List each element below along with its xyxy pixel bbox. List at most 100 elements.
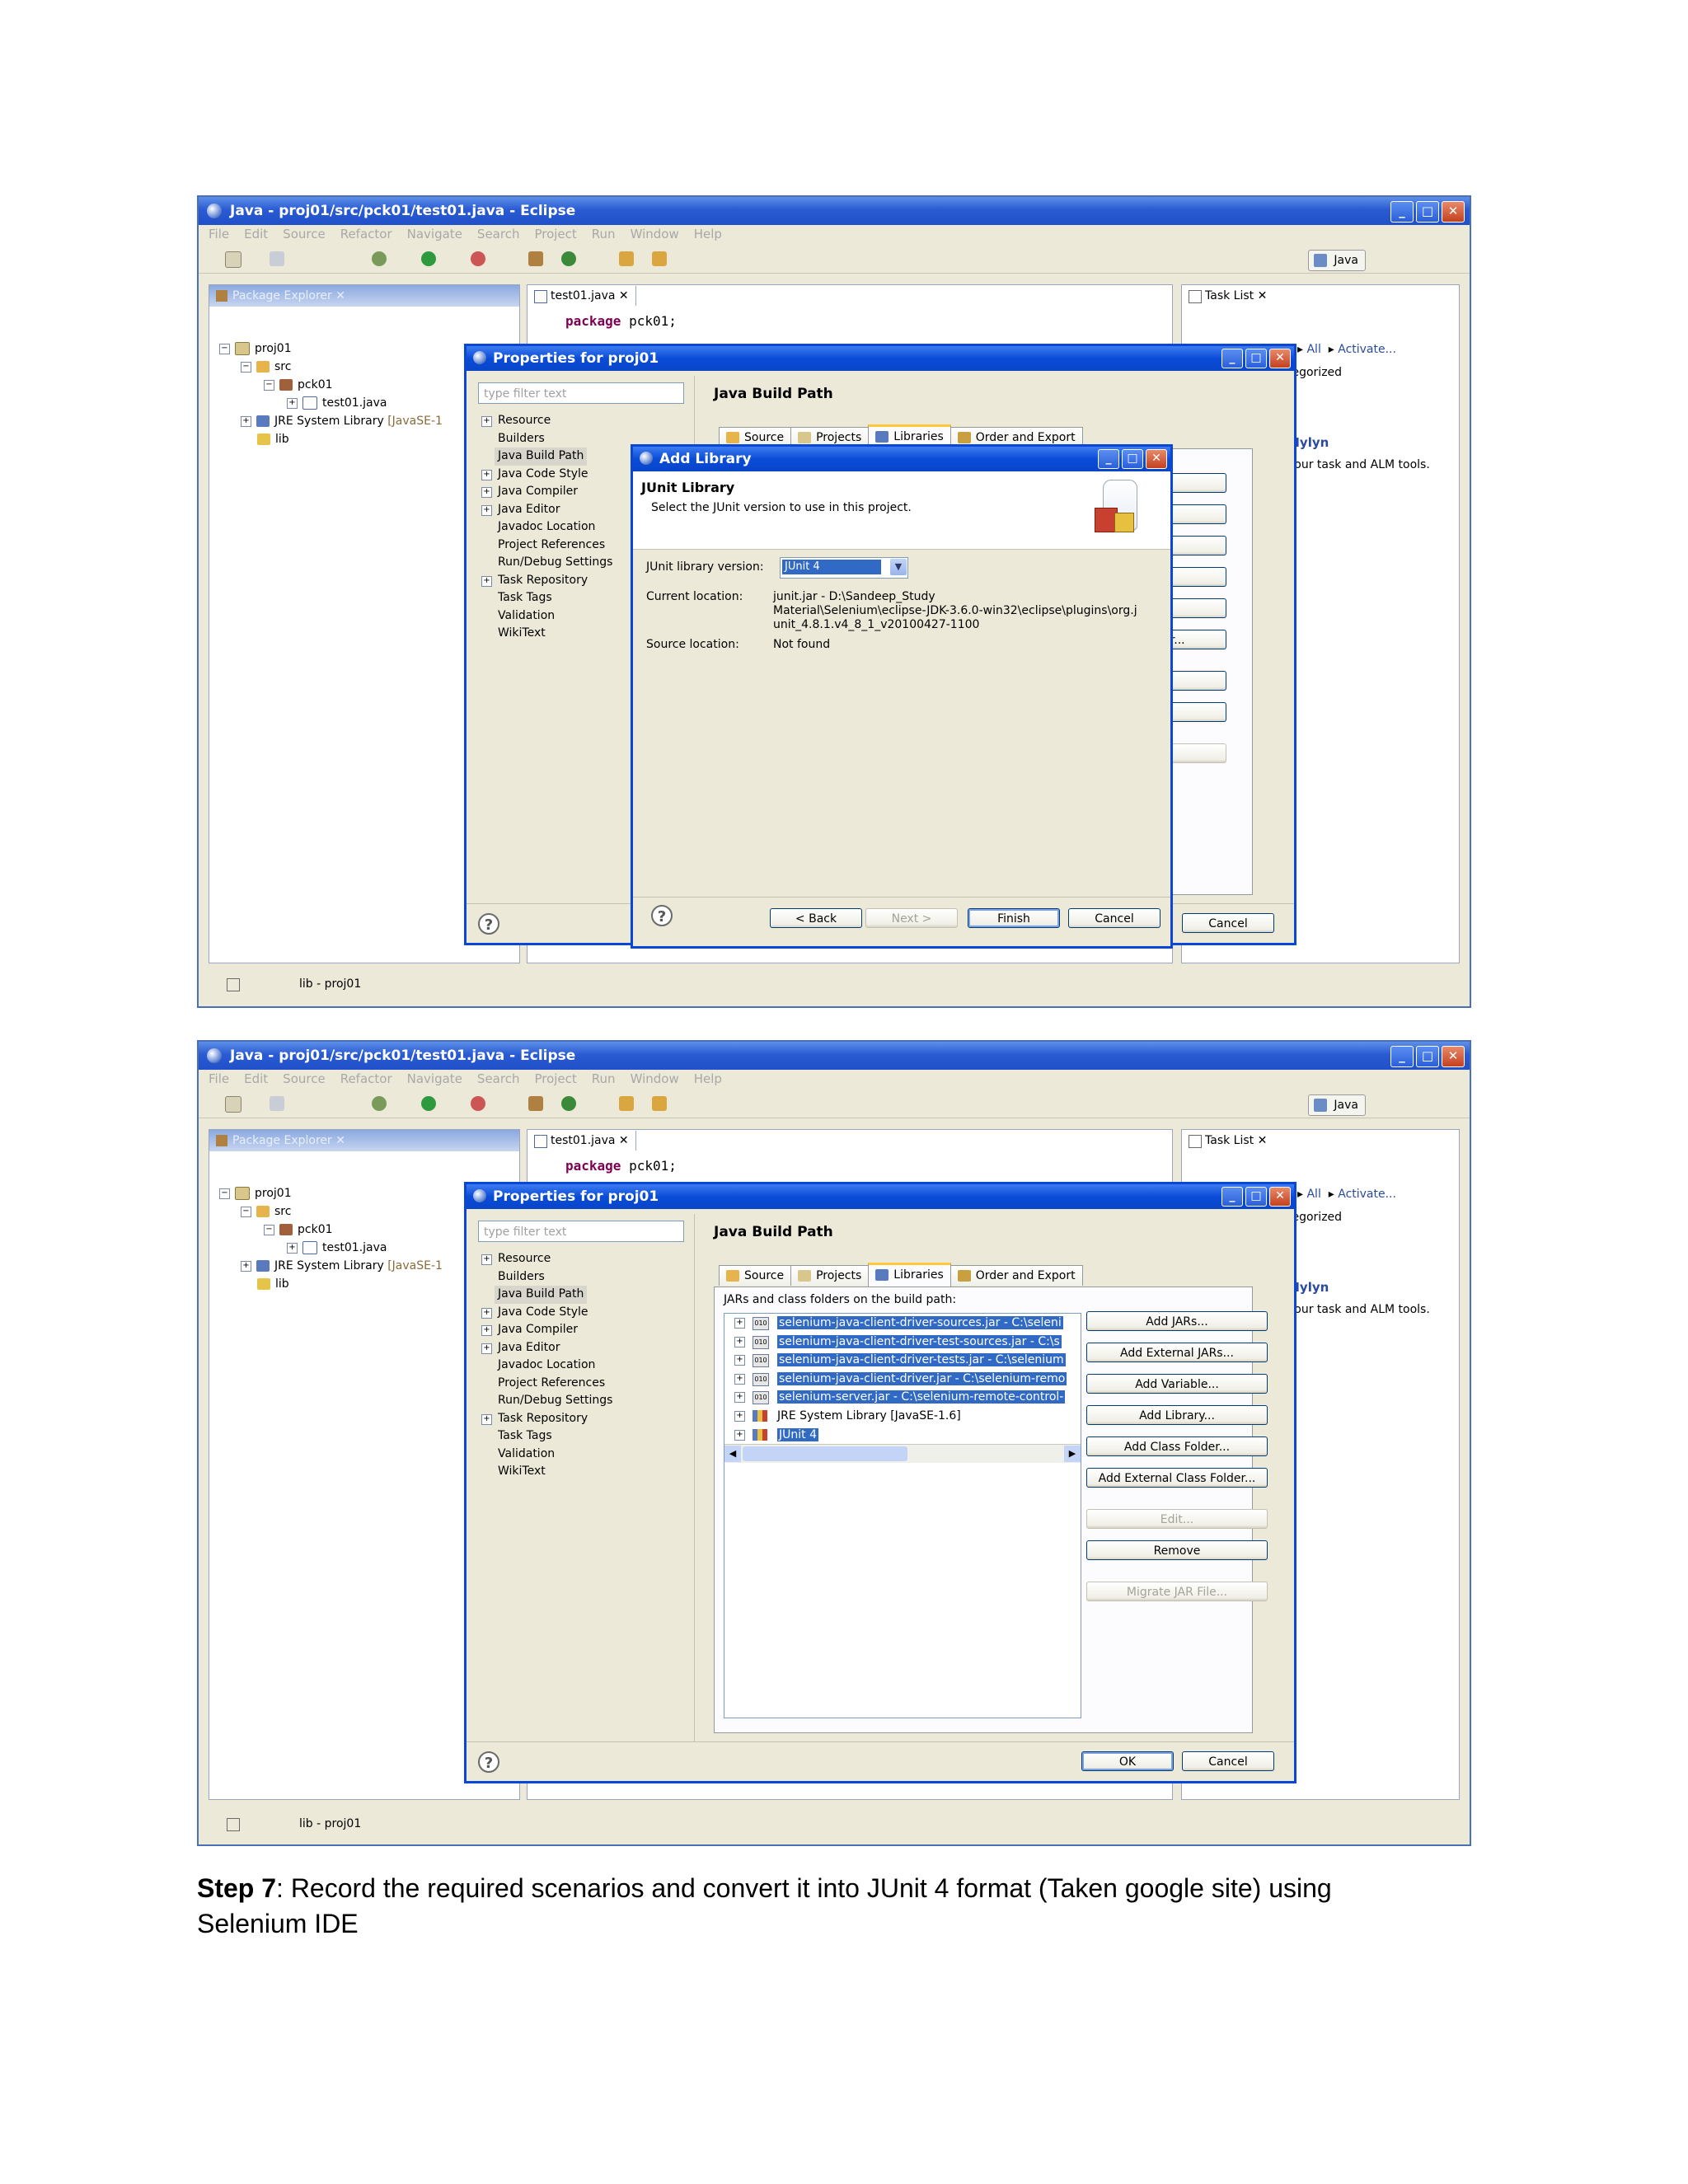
tree-item-proj01[interactable]: − proj01 (219, 340, 443, 358)
open-type-icon[interactable] (619, 1096, 634, 1111)
nav-java-code-style[interactable]: + Java Code Style (478, 466, 612, 484)
scroll-right-icon[interactable]: ▶ (1064, 1446, 1081, 1463)
save-icon[interactable] (270, 251, 284, 266)
debug-icon[interactable] (372, 251, 387, 266)
fast-view-icon[interactable] (227, 978, 240, 991)
perspective-switcher[interactable]: Java (1308, 1094, 1366, 1116)
library-item[interactable]: + JUnit 4 (724, 1426, 1081, 1445)
horizontal-scrollbar[interactable]: ◀ ▶ (724, 1444, 1081, 1464)
nav-java-code-style[interactable]: + Java Code Style (478, 1304, 612, 1322)
menu-source[interactable]: Source (283, 227, 326, 241)
tree-item-jre[interactable]: + JRE System Library [JavaSE-1 (219, 412, 443, 430)
edit-button[interactable]: Edit... (1086, 1509, 1268, 1529)
task-activate-link[interactable]: Activate... (1338, 343, 1396, 356)
open-type-icon[interactable] (619, 251, 634, 266)
nav-validation[interactable]: Validation (478, 607, 612, 626)
maximize-button[interactable]: □ (1416, 1046, 1439, 1067)
nav-run-debug-settings[interactable]: Run/Debug Settings (478, 1392, 612, 1410)
chevron-down-icon[interactable]: ▼ (890, 559, 907, 575)
cancel-button[interactable]: Cancel (1068, 908, 1160, 928)
external-tools-icon[interactable] (471, 1096, 485, 1111)
library-item[interactable]: +010 selenium-java-client-driver-test-sou… (724, 1333, 1081, 1352)
add-variable-button[interactable]: Add Variable... (1086, 1374, 1268, 1394)
window-title-bar[interactable]: Java - proj01/src/pck01/test01.java - Ec… (199, 197, 1470, 225)
close-button[interactable]: ✕ (1146, 449, 1167, 469)
properties-title-bar[interactable]: Properties for proj01 _ □ ✕ (467, 1184, 1294, 1209)
library-item[interactable]: +010 selenium-java-client-driver.jar - C:… (724, 1370, 1081, 1389)
nav-validation[interactable]: Validation (478, 1446, 612, 1464)
close-button[interactable]: ✕ (1442, 1046, 1465, 1067)
nav-task-tags[interactable]: Task Tags (478, 589, 612, 607)
minimize-button[interactable]: _ (1390, 1046, 1414, 1067)
maximize-button[interactable]: □ (1245, 1187, 1267, 1207)
nav-run-debug-settings[interactable]: Run/Debug Settings (478, 554, 612, 572)
libraries-list[interactable]: +010 selenium-java-client-driver-sources.… (724, 1313, 1081, 1718)
search-icon[interactable] (652, 1096, 667, 1111)
help-icon[interactable]: ? (478, 913, 499, 935)
tree-item-lib[interactable]: lib (219, 1275, 443, 1293)
menu-project[interactable]: Project (534, 227, 576, 241)
add-class-folder-button[interactable]: Add Class Folder... (1086, 1436, 1268, 1456)
nav-java-build-path[interactable]: Java Build Path (478, 448, 612, 466)
nav-java-editor[interactable]: + Java Editor (478, 1339, 612, 1357)
tree-item-pck01[interactable]: − pck01 (219, 376, 443, 394)
task-list-tab[interactable]: Task List ✕ (1182, 1131, 1273, 1151)
menu-source[interactable]: Source (283, 1071, 326, 1086)
nav-wikitext[interactable]: WikiText (478, 625, 612, 643)
menu-window[interactable]: Window (631, 1071, 679, 1086)
close-button[interactable]: ✕ (1269, 1187, 1291, 1207)
menu-file[interactable]: File (209, 1071, 229, 1086)
ok-button[interactable]: OK (1081, 1751, 1174, 1771)
nav-resource[interactable]: + Resource (478, 412, 612, 430)
menu-window[interactable]: Window (631, 227, 679, 241)
nav-task-repository[interactable]: + Task Repository (478, 1410, 612, 1428)
menu-navigate[interactable]: Navigate (407, 1071, 462, 1086)
close-button[interactable]: ✕ (1442, 201, 1465, 223)
search-icon[interactable] (652, 251, 667, 266)
nav-resource[interactable]: + Resource (478, 1250, 612, 1268)
properties-title-bar[interactable]: Properties for proj01 _ □ ✕ (467, 346, 1294, 371)
version-select[interactable]: JUnit 4 ▼ (780, 557, 908, 579)
run-icon[interactable] (421, 1096, 436, 1111)
code-line[interactable]: package pck01; (565, 1158, 677, 1174)
nav-java-compiler[interactable]: + Java Compiler (478, 1321, 612, 1339)
nav-java-build-path[interactable]: Java Build Path (478, 1286, 612, 1304)
minimize-button[interactable]: _ (1221, 349, 1243, 368)
menu-edit[interactable]: Edit (244, 1071, 268, 1086)
add-library-title-bar[interactable]: Add Library _ □ ✕ (633, 447, 1170, 471)
add-external-class-folder-button[interactable]: Add External Class Folder... (1086, 1468, 1268, 1488)
back-button[interactable]: < Back (770, 908, 862, 928)
remove-button[interactable]: Remove (1086, 1540, 1268, 1560)
menu-run[interactable]: Run (592, 227, 616, 241)
tree-item-lib[interactable]: lib (219, 430, 443, 448)
tree-item-pck01[interactable]: − pck01 (219, 1221, 443, 1239)
nav-javadoc-location[interactable]: Javadoc Location (478, 518, 612, 537)
filter-input[interactable]: type filter text (478, 1221, 684, 1242)
nav-project-references[interactable]: Project References (478, 537, 612, 555)
tab-order-export[interactable]: Order and Export (950, 1265, 1083, 1286)
nav-builders[interactable]: Builders (478, 1268, 612, 1286)
task-filter-all[interactable]: All (1306, 1188, 1320, 1201)
new-java-project-icon[interactable] (528, 251, 543, 266)
menu-run[interactable]: Run (592, 1071, 616, 1086)
new-icon[interactable] (225, 251, 241, 268)
minimize-button[interactable]: _ (1098, 449, 1119, 469)
editor-tab[interactable]: test01.java ✕ (528, 286, 636, 306)
perspective-switcher[interactable]: Java (1308, 250, 1366, 271)
library-item[interactable]: +010 selenium-server.jar - C:\selenium-re… (724, 1388, 1081, 1407)
scroll-left-icon[interactable]: ◀ (724, 1446, 741, 1463)
nav-java-editor[interactable]: + Java Editor (478, 501, 612, 519)
debug-icon[interactable] (372, 1096, 387, 1111)
code-line[interactable]: package pck01; (565, 313, 677, 329)
task-filter-all[interactable]: All (1306, 343, 1320, 356)
scroll-thumb[interactable] (743, 1446, 907, 1462)
nav-task-repository[interactable]: + Task Repository (478, 572, 612, 590)
tree-item-jre[interactable]: + JRE System Library [JavaSE-1 (219, 1257, 443, 1275)
fast-view-icon[interactable] (227, 1818, 240, 1831)
new-class-icon[interactable] (561, 1096, 576, 1111)
external-tools-icon[interactable] (471, 251, 485, 266)
new-java-project-icon[interactable] (528, 1096, 543, 1111)
tree-item-test01[interactable]: + test01.java (219, 1239, 443, 1257)
library-item[interactable]: +010 selenium-java-client-driver-tests.ja… (724, 1351, 1081, 1370)
tree-item-proj01[interactable]: − proj01 (219, 1184, 443, 1202)
